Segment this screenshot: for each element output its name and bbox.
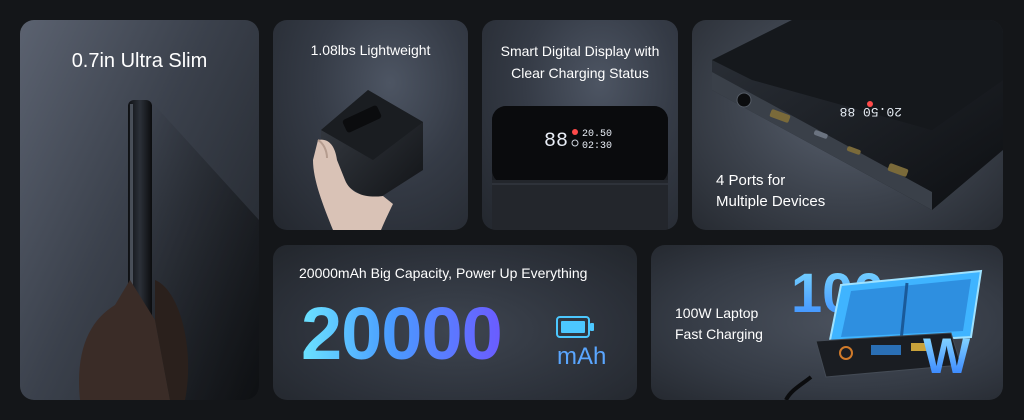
laptop-caption: 100W Laptop Fast Charging [675,303,763,345]
lightweight-caption: 1.08lbs Lightweight [310,42,431,58]
laptop-caption-line1: 100W Laptop [675,305,759,321]
ultra-slim-panel: 0.7in Ultra Slim [20,20,259,400]
lightweight-panel: 1.08lbs Lightweight [273,20,468,230]
ports-panel: 20.50 88 4 Ports for Multiple Devices [692,20,1003,230]
ports-caption: 4 Ports for Multiple Devices [716,170,825,212]
display-row2: 02:30 [582,141,612,152]
power-bank-display-image: 88 20.50 02:30 [492,106,668,230]
display-percent: 88 [544,130,568,153]
power-unit: W [923,328,971,384]
ports-caption-line1: 4 Ports for [716,172,786,189]
ports-caption-line2: Multiple Devices [716,193,826,210]
capacity-unit: mAh [557,343,607,370]
digital-display-panel: Smart Digital Display with Clear Chargin… [482,20,678,230]
power-button-icon [736,92,752,108]
laptop-charging-panel: 100 W 100W Laptop Fast Charging [651,245,1003,400]
capacity-caption: 20000mAh Big Capacity, Power Up Everythi… [299,265,588,281]
slim-caption: 0.7in Ultra Slim [71,50,208,72]
display-row1: 20.50 [582,129,612,140]
battery-icon [556,316,594,338]
slim-power-bank-image [79,100,259,400]
charging-cable-image [784,375,813,400]
display-indicator-icon [572,129,578,135]
capacity-number: 20000 [301,292,503,375]
laptop-caption-line2: Fast Charging [675,326,763,342]
capacity-panel: 20000mAh Big Capacity, Power Up Everythi… [273,245,637,400]
